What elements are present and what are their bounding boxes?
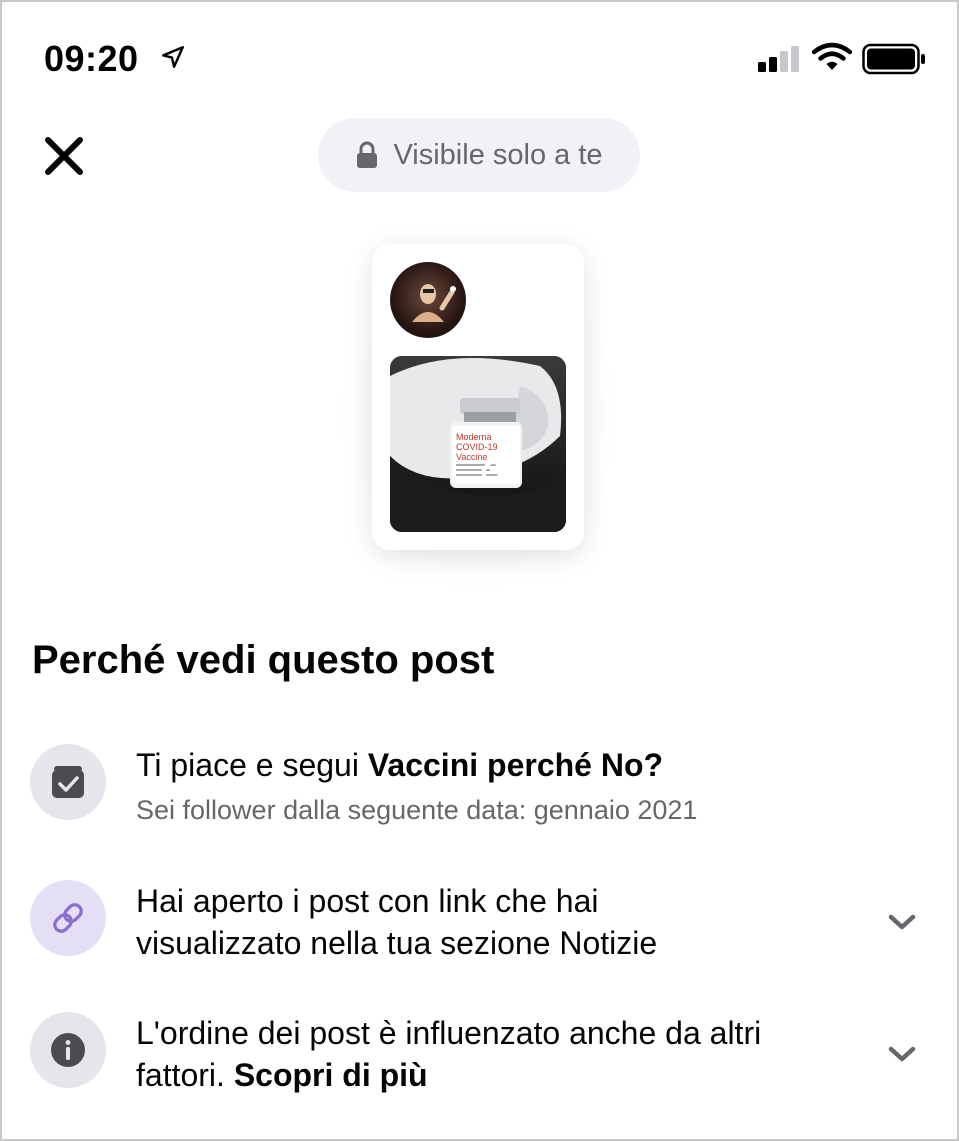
chevron-down-icon[interactable] — [886, 1038, 918, 1070]
page-avatar — [390, 262, 466, 338]
reason-opened-links[interactable]: Hai aperto i post con link che hai visua… — [30, 880, 930, 970]
visibility-badge: Visibile solo a te — [318, 118, 640, 192]
reason-line-1: Hai aperto i post con link che hai — [136, 883, 599, 919]
status-time: 09:20 — [44, 38, 139, 79]
vaccine-vial-image: Moderna COVID-19 Vaccine — [390, 356, 566, 532]
vial-label-line-1: Moderna — [456, 432, 492, 442]
follow-date: Sei follower dalla seguente data: gennai… — [136, 795, 698, 825]
close-button[interactable] — [42, 134, 86, 178]
reason-line-1: L'ordine dei post è influenzato anche da… — [136, 1015, 762, 1051]
location-arrow-icon — [162, 46, 184, 68]
chevron-down-icon[interactable] — [886, 906, 918, 938]
page-title: Perché vedi questo post — [32, 638, 495, 682]
reason-line-2: fattori. — [136, 1057, 234, 1093]
learn-more-link[interactable]: Scopri di più — [234, 1057, 428, 1093]
post-preview-card: Moderna COVID-19 Vaccine — [372, 244, 584, 550]
visibility-label: Visibile solo a te — [393, 138, 603, 171]
reason-text: Hai aperto i post con link che hai visua… — [136, 880, 876, 964]
screen: 09:20 Visibile solo a te Moderna COVID-1… — [0, 0, 959, 1141]
post-thumbnail: Moderna COVID-19 Vaccine — [390, 356, 566, 532]
reason-icon-container — [30, 880, 106, 956]
reason-icon-container — [30, 1012, 106, 1088]
reason-other-factors[interactable]: L'ordine dei post è influenzato anche da… — [30, 1012, 930, 1102]
reason-text-prefix: Ti piace e segui — [136, 747, 368, 783]
page-name[interactable]: Vaccini perché No? — [368, 747, 663, 783]
page-check-icon — [52, 766, 84, 798]
avatar-image — [412, 284, 456, 322]
vial-label-line-2: COVID-19 — [456, 442, 498, 452]
reason-line-2: visualizzato nella tua sezione Notizie — [136, 925, 658, 961]
link-icon — [53, 903, 83, 933]
reason-text: L'ordine dei post è influenzato anche da… — [136, 1012, 876, 1096]
wifi-icon — [812, 42, 852, 70]
reason-text: Ti piace e segui Vaccini perché No? Sei … — [136, 744, 876, 830]
reason-icon-container — [30, 744, 106, 820]
vial-label-line-3: Vaccine — [456, 452, 487, 462]
battery-icon — [862, 43, 925, 75]
reason-follow-page: Ti piace e segui Vaccini perché No? Sei … — [30, 744, 930, 854]
cellular-signal-icon — [758, 46, 799, 72]
lock-icon — [357, 141, 378, 168]
info-icon — [51, 1033, 85, 1067]
